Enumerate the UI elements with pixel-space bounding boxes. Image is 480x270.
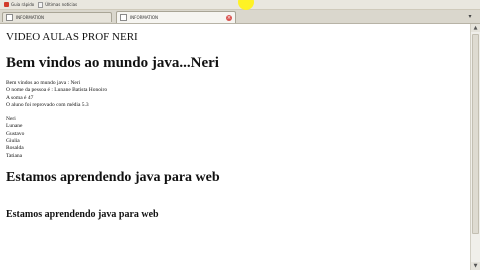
output-line: O nome da pessoa é : Lunane Batista Hono… <box>6 87 108 94</box>
output-line: A soma é 47 <box>6 94 34 101</box>
page-icon <box>120 14 127 21</box>
tab-label: INFORMATION <box>130 15 159 20</box>
list-item: Gustavo <box>6 130 25 137</box>
tab-information-2[interactable]: INFORMATION × <box>116 11 236 23</box>
bookmark-label: Guia rápido <box>11 2 35 7</box>
tab-label: INFORMATION <box>16 15 45 20</box>
red-square-icon <box>4 2 9 7</box>
page-icon <box>38 1 44 8</box>
output-lines: Bem vindos ao mundo java : Neri O nome d… <box>6 80 466 109</box>
bookmark-ultimas-noticias[interactable]: Últimas notícias <box>38 1 78 8</box>
close-icon[interactable]: × <box>226 14 232 21</box>
chevron-down-icon[interactable]: ▾ <box>466 13 474 21</box>
scroll-up-icon[interactable]: ▲ <box>471 24 480 32</box>
section-heading: Estamos aprendendo java para web <box>6 208 159 220</box>
list-item: Tatiana <box>6 152 23 159</box>
page-heading: Bem vindos ao mundo java...Neri <box>6 55 219 71</box>
list-item: Rosalda <box>6 145 24 152</box>
list-item: Giulia <box>6 138 20 145</box>
list-item: Neri <box>6 116 16 123</box>
output-line: O aluno foi reprovado com média 5.3 <box>6 101 89 108</box>
page-content: VIDEO AULAS PROF NERI Bem vindos ao mund… <box>6 30 466 221</box>
bookmark-label: Últimas notícias <box>45 2 78 7</box>
names-list: Neri Lunane Gustavo Giulia Rosalda Tatia… <box>6 116 466 160</box>
output-line: Bem vindos ao mundo java : Neri <box>6 80 81 86</box>
section-heading: Estamos aprendendo java para web <box>6 169 220 185</box>
list-item: Lunane <box>6 123 23 130</box>
site-title: VIDEO AULAS PROF NERI <box>6 31 138 43</box>
scroll-down-icon[interactable]: ▼ <box>471 262 480 270</box>
bookmark-guia-rapido[interactable]: Guia rápido <box>4 2 34 7</box>
tab-information-1[interactable]: INFORMATION <box>2 12 112 22</box>
scroll-thumb[interactable] <box>472 34 479 234</box>
page-icon <box>6 14 13 21</box>
tab-strip: INFORMATION INFORMATION × ▾ <box>0 10 480 24</box>
vertical-scrollbar[interactable]: ▲ ▼ <box>470 24 480 270</box>
